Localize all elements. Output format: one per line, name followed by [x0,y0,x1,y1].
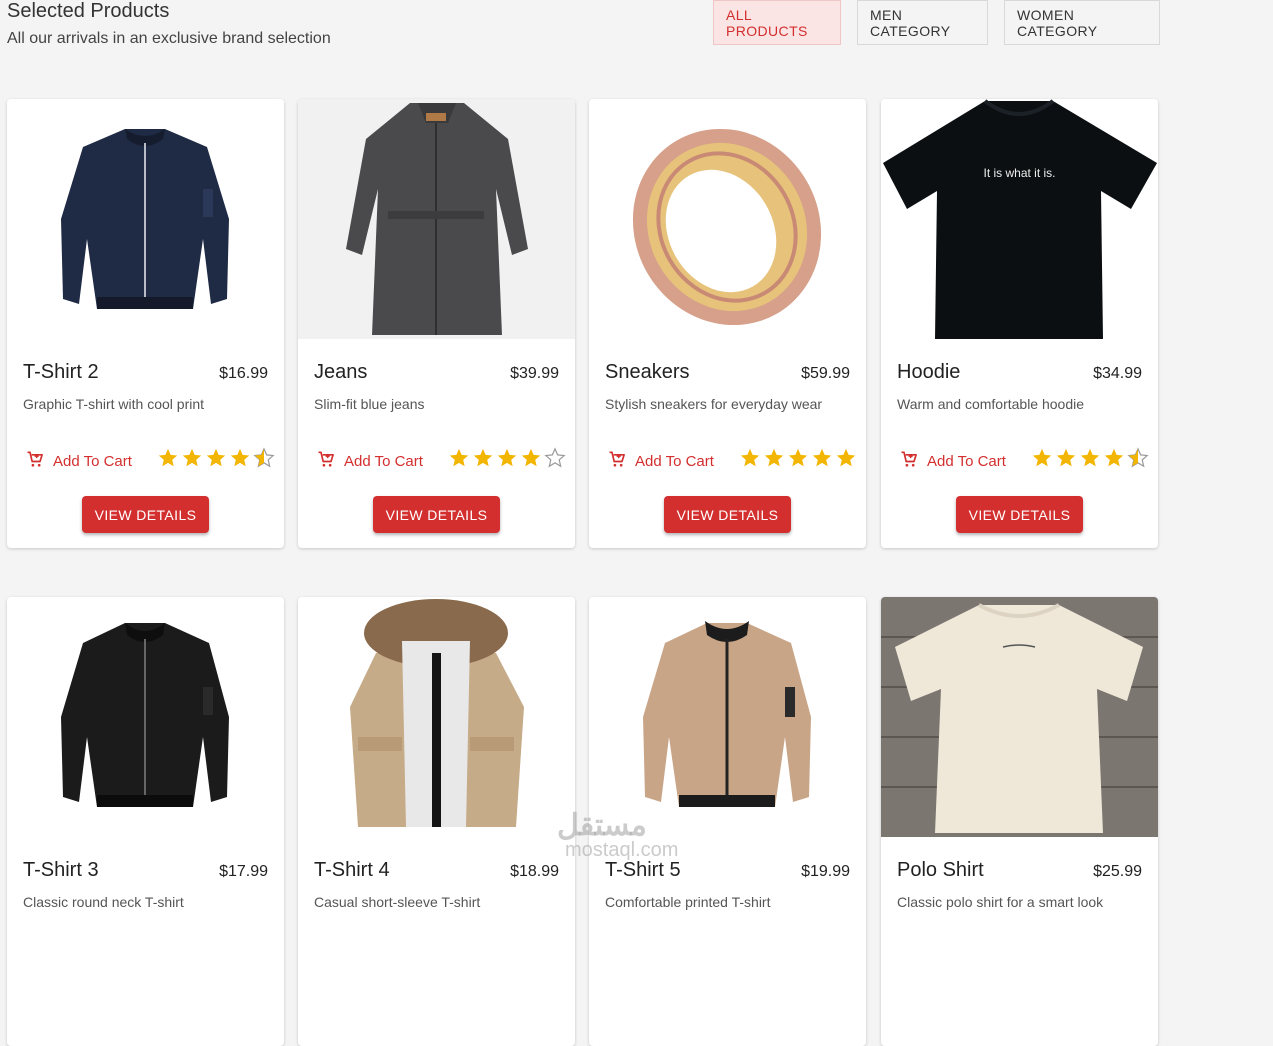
add-to-cart-button[interactable]: Add To Cart [25,449,132,473]
rating-stars [448,447,566,474]
product-name: T-Shirt 2 [23,361,99,383]
product-name: T-Shirt 5 [605,859,681,881]
product-price: $16.99 [219,365,268,382]
star-icon [1127,447,1149,474]
product-price: $34.99 [1093,365,1142,382]
rating-stars [739,447,857,474]
star-icon [157,447,179,474]
page-header: Selected Products All our arrivals in an… [7,0,331,48]
product-price: $19.99 [801,863,850,880]
product-description: Stylish sneakers for everyday wear [605,396,823,412]
product-image [589,99,866,339]
product-description: Classic round neck T-shirt [23,894,184,910]
star-icon [739,447,761,474]
view-details-button[interactable]: VIEW DETAILS [664,496,791,533]
product-price: $18.99 [510,863,559,880]
product-name: Hoodie [897,361,961,383]
view-details-button[interactable]: VIEW DETAILS [373,496,500,533]
add-to-cart-label: Add To Cart [635,452,714,470]
star-icon [448,447,470,474]
tab-men-category[interactable]: MEN CATEGORY [857,0,988,45]
product-name: Sneakers [605,361,690,383]
star-icon [181,447,203,474]
add-to-cart-label: Add To Cart [53,452,132,470]
star-icon [520,447,542,474]
product-card[interactable]: Hoodie $34.99 Warm and comfortable hoodi… [881,99,1158,548]
product-card[interactable]: T-Shirt 4 $18.99 Casual short-sleeve T-s… [298,597,575,1046]
product-description: Graphic T-shirt with cool print [23,396,205,412]
product-description: Classic polo shirt for a smart look [897,894,1104,910]
product-image [298,99,575,339]
product-description: Warm and comfortable hoodie [897,396,1085,412]
add-to-cart-label: Add To Cart [927,452,1006,470]
star-icon [544,447,566,474]
add-to-cart-button[interactable]: Add To Cart [607,449,714,473]
rating-stars [1031,447,1149,474]
add-to-cart-button[interactable]: Add To Cart [899,449,1006,473]
view-details-button[interactable]: VIEW DETAILS [956,496,1083,533]
star-icon [205,447,227,474]
star-icon [472,447,494,474]
product-image [881,99,1158,339]
product-description: Comfortable printed T-shirt [605,894,771,910]
product-image [7,597,284,837]
page-title: Selected Products [7,0,170,22]
cart-icon [899,449,919,473]
product-price: $25.99 [1093,863,1142,880]
add-to-cart-button[interactable]: Add To Cart [316,449,423,473]
product-image [881,597,1158,837]
product-name: Jeans [314,361,368,383]
product-name: Polo Shirt [897,859,984,881]
cart-icon [25,449,45,473]
product-description: Casual short-sleeve T-shirt [314,894,481,910]
tab-all-products[interactable]: ALL PRODUCTS [713,0,841,45]
product-card[interactable]: Polo Shirt $25.99 Classic polo shirt for… [881,597,1158,1046]
view-details-button[interactable]: VIEW DETAILS [82,496,209,533]
product-image [589,597,866,837]
star-icon [253,447,275,474]
category-tabs: ALL PRODUCTS MEN CATEGORY WOMEN CATEGORY [713,0,1160,45]
product-image [298,597,575,837]
add-to-cart-label: Add To Cart [344,452,423,470]
tab-women-category[interactable]: WOMEN CATEGORY [1004,0,1160,45]
cart-icon [316,449,336,473]
star-icon [763,447,785,474]
product-card[interactable]: T-Shirt 2 $16.99 Graphic T-shirt with co… [7,99,284,548]
star-icon [835,447,857,474]
product-image [7,99,284,339]
product-card[interactable]: T-Shirt 3 $17.99 Classic round neck T-sh… [7,597,284,1046]
product-card[interactable]: T-Shirt 5 $19.99 Comfortable printed T-s… [589,597,866,1046]
star-icon [1103,447,1125,474]
star-icon [496,447,518,474]
page-subtitle: All our arrivals in an exclusive brand s… [7,30,331,47]
rating-stars [157,447,275,474]
product-price: $39.99 [510,365,559,382]
product-price: $59.99 [801,365,850,382]
shirt-print-text: It is what it is. [983,166,1056,180]
product-card[interactable]: Sneakers $59.99 Stylish sneakers for eve… [589,99,866,548]
star-icon [787,447,809,474]
product-name: T-Shirt 4 [314,859,390,881]
star-icon [1031,447,1053,474]
cart-icon [607,449,627,473]
product-name: T-Shirt 3 [23,859,99,881]
product-price: $17.99 [219,863,268,880]
star-icon [811,447,833,474]
product-card[interactable]: Jeans $39.99 Slim-fit blue jeans Add To … [298,99,575,548]
product-description: Slim-fit blue jeans [314,396,425,412]
star-icon [229,447,251,474]
star-icon [1079,447,1101,474]
star-icon [1055,447,1077,474]
